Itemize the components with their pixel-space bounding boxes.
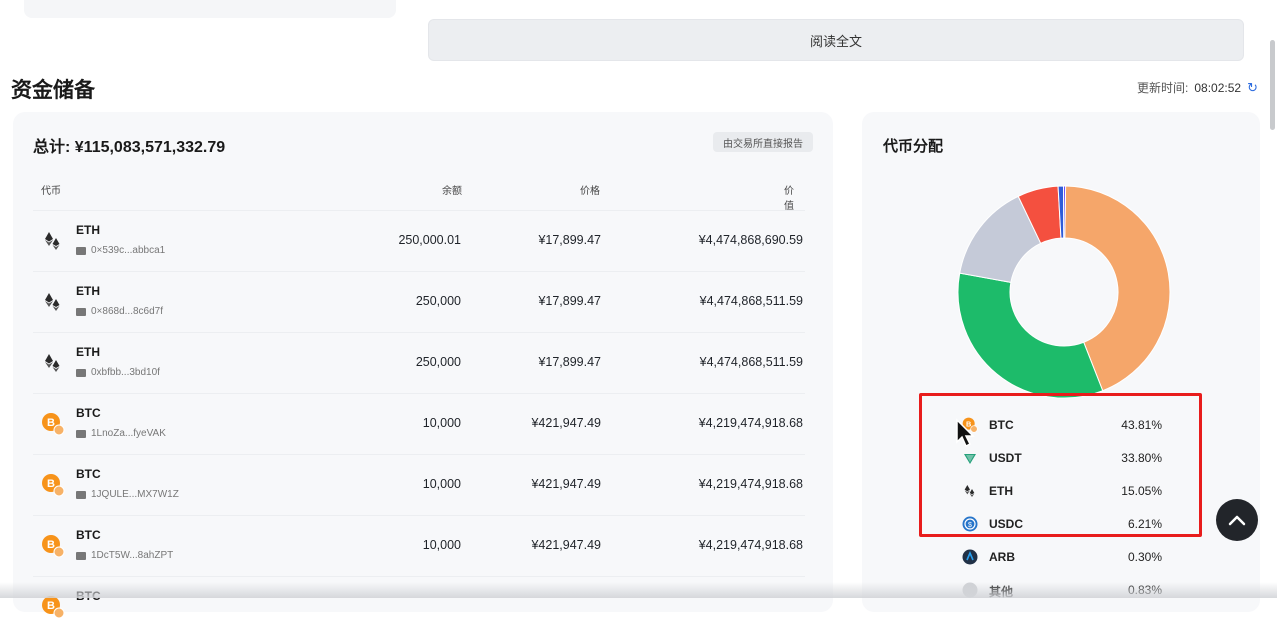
- highlight-box: [919, 393, 1202, 537]
- value-cell: ¥4,219,474,918.68: [698, 416, 803, 430]
- table-row[interactable]: ETH 0×539c...abbca1 250,000.01 ¥17,899.4…: [33, 210, 805, 271]
- wallet-address-text: 1DcT5W...8ahZPT: [91, 550, 174, 561]
- total-value: 总计: ¥115,083,571,332.79: [33, 139, 226, 156]
- price-cell: ¥421,947.49: [531, 477, 601, 491]
- svg-text:B: B: [47, 417, 55, 429]
- wallet-address: 0×868d...8c6d7f: [76, 306, 163, 317]
- distribution-title: 代币分配: [883, 138, 944, 155]
- wallet-address-text: 0×868d...8c6d7f: [91, 306, 164, 317]
- eth-icon: [41, 351, 65, 375]
- update-time-label: 更新时间:: [1137, 81, 1189, 95]
- donut-slice-arb[interactable]: [1063, 185, 1067, 239]
- balance-cell: 10,000: [422, 477, 461, 491]
- bottom-fade: [0, 582, 1277, 598]
- wallet-icon: [76, 551, 86, 560]
- legend-coin-name: ARB: [989, 550, 1015, 564]
- btc-icon: B: [41, 412, 65, 436]
- table-row[interactable]: ETH 0×868d...8c6d7f 250,000 ¥17,899.47 ¥…: [33, 271, 805, 332]
- wallet-icon: [76, 368, 86, 377]
- btc-icon: B: [41, 473, 65, 497]
- coin-symbol: ETH: [76, 345, 100, 359]
- balance-cell: 10,000: [422, 538, 461, 552]
- wallet-address: 1JQULE...MX7W1Z: [76, 489, 179, 500]
- coin-symbol: BTC: [76, 406, 101, 420]
- distribution-card: 代币分配 B BTC 43.81% USDT 33.80% ETH 15.05%…: [862, 112, 1260, 612]
- svg-text:B: B: [47, 478, 55, 490]
- arb-icon: [962, 549, 978, 565]
- wallet-address-text: 0xbfbb...3bd10f: [91, 367, 160, 378]
- coin-symbol: BTC: [76, 467, 101, 481]
- scrollbar[interactable]: [1270, 40, 1275, 130]
- coin-symbol: ETH: [76, 223, 100, 237]
- value-cell: ¥4,474,868,690.59: [698, 233, 803, 247]
- distribution-donut-chart: [957, 185, 1171, 399]
- header-coin: 代币: [41, 186, 61, 197]
- wallet-icon: [76, 246, 86, 255]
- wallet-address: 0xbfbb...3bd10f: [76, 367, 160, 378]
- wallet-address-text: 1JQULE...MX7W1Z: [91, 489, 179, 500]
- update-time: 更新时间: 08:02:52 ↻: [1137, 79, 1258, 96]
- reserve-table-card: 总计: ¥115,083,571,332.79 由交易所直接报告 代币 余额 价…: [13, 112, 833, 619]
- svg-text:B: B: [47, 539, 55, 551]
- page-title: 资金储备: [11, 79, 95, 102]
- refresh-icon[interactable]: ↻: [1247, 80, 1258, 96]
- eth-icon: [41, 290, 65, 314]
- donut-slice-usdt[interactable]: [957, 272, 1104, 399]
- wallet-address-text: 0×539c...abbca1: [91, 245, 166, 256]
- price-cell: ¥17,899.47: [538, 294, 601, 308]
- value-cell: ¥4,219,474,918.68: [698, 477, 803, 491]
- legend-item[interactable]: ARB 0.30%: [862, 542, 1260, 575]
- value-cell: ¥4,474,868,511.59: [699, 355, 803, 369]
- wallet-icon: [76, 307, 86, 316]
- btc-icon: B: [41, 595, 65, 619]
- header-balance: 余额: [442, 186, 462, 197]
- wallet-address: 1LnoZa...fyeVAK: [76, 428, 166, 439]
- chevron-up-icon: [1228, 515, 1246, 526]
- value-cell: ¥4,474,868,511.59: [699, 294, 803, 308]
- table-row[interactable]: B BTC 1JQULE...MX7W1Z 10,000 ¥421,947.49…: [33, 454, 805, 515]
- balance-cell: 10,000: [422, 416, 461, 430]
- table-row[interactable]: B BTC 1LnoZa...fyeVAK 10,000 ¥421,947.49…: [33, 393, 805, 454]
- wallet-icon: [76, 490, 86, 499]
- header-price: 价格: [580, 186, 600, 197]
- price-cell: ¥421,947.49: [531, 538, 601, 552]
- svg-text:B: B: [47, 600, 55, 612]
- header-value: 价值: [784, 186, 794, 212]
- price-cell: ¥17,899.47: [538, 233, 601, 247]
- btc-icon: B: [41, 534, 65, 558]
- balance-cell: 250,000.01: [398, 233, 461, 247]
- read-full-text-button[interactable]: 阅读全文: [428, 19, 1244, 61]
- top-info-card: [24, 0, 396, 18]
- reserve-rows: ETH 0×539c...abbca1 250,000.01 ¥17,899.4…: [33, 210, 805, 637]
- table-row[interactable]: ETH 0xbfbb...3bd10f 250,000 ¥17,899.47 ¥…: [33, 332, 805, 393]
- coin-symbol: ETH: [76, 284, 100, 298]
- balance-cell: 250,000: [415, 294, 461, 308]
- value-cell: ¥4,219,474,918.68: [698, 538, 803, 552]
- update-time-value: 08:02:52: [1194, 80, 1242, 95]
- wallet-address: 1DcT5W...8ahZPT: [76, 550, 173, 561]
- balance-cell: 250,000: [415, 355, 461, 369]
- mouse-cursor-icon: [956, 418, 975, 448]
- price-cell: ¥421,947.49: [531, 416, 601, 430]
- legend-percentage: 0.30%: [1127, 550, 1162, 564]
- wallet-icon: [76, 429, 86, 438]
- eth-icon: [41, 229, 65, 253]
- wallet-address-text: 1LnoZa...fyeVAK: [91, 428, 166, 439]
- table-row[interactable]: B BTC 1DcT5W...8ahZPT 10,000 ¥421,947.49…: [33, 515, 805, 576]
- coin-symbol: BTC: [76, 528, 101, 542]
- scroll-to-top-button[interactable]: [1216, 499, 1258, 541]
- wallet-address: 0×539c...abbca1: [76, 245, 165, 256]
- report-badge: 由交易所直接报告: [713, 132, 813, 152]
- price-cell: ¥17,899.47: [538, 355, 601, 369]
